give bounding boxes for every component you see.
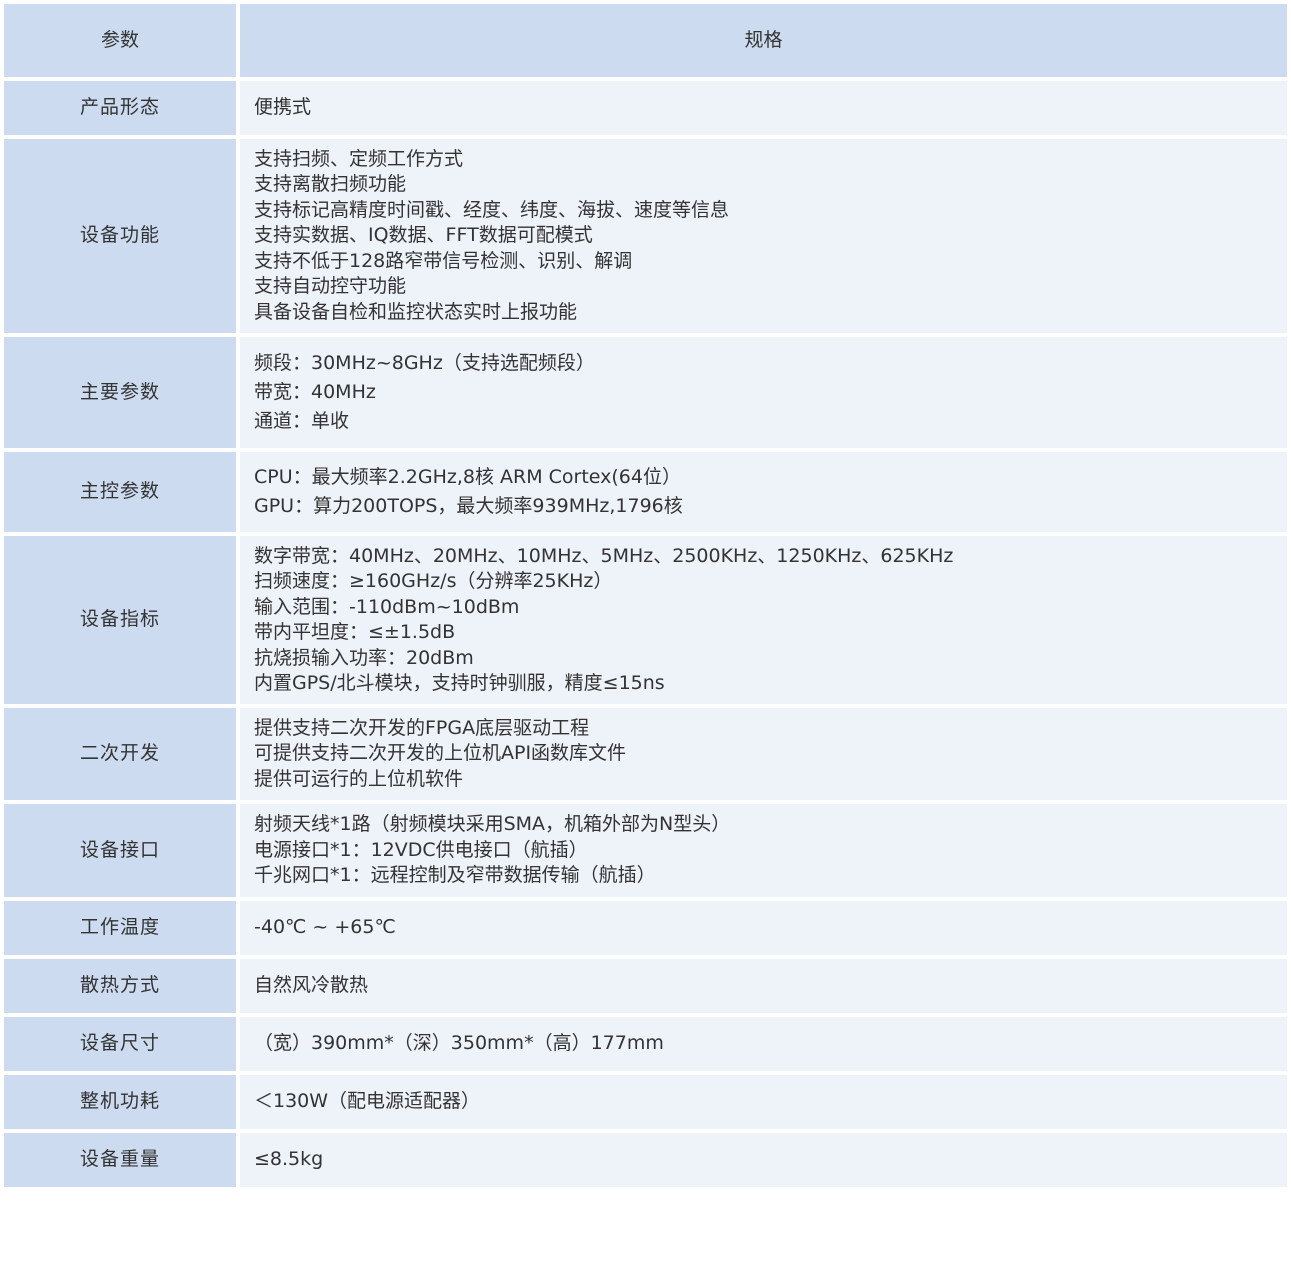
spec-table: 参数 规格 产品形态 便携式 设备功能 支持扫频、定频工作方式 支持离散扫频功能…	[4, 4, 1287, 1191]
value-line: -40℃ ~ +65℃	[254, 916, 396, 939]
row-label: 设备尺寸	[4, 1017, 240, 1075]
row-value: 自然风冷散热	[240, 959, 1287, 1017]
row-label: 主控参数	[4, 452, 240, 536]
row-value: 便携式	[240, 81, 1287, 139]
row-value: （宽）390mm*（深）350mm*（高）177mm	[240, 1017, 1287, 1075]
value-line: 千兆网口*1：远程控制及窄带数据传输（航插）	[254, 864, 656, 887]
row-label: 产品形态	[4, 81, 240, 139]
row-label: 工作温度	[4, 901, 240, 959]
row-value: 频段：30MHz~8GHz（支持选配频段） 带宽：40MHz 通道：单收	[240, 337, 1287, 452]
value-line: 数字带宽：40MHz、20MHz、10MHz、5MHz、2500KHz、1250…	[254, 544, 954, 567]
row-label: 设备指标	[4, 536, 240, 708]
value-line: 支持实数据、IQ数据、FFT数据可配模式	[254, 224, 593, 247]
value-line: 带内平坦度：≤±1.5dB	[254, 621, 456, 643]
row-value: 支持扫频、定频工作方式 支持离散扫频功能 支持标记高精度时间戳、经度、纬度、海拔…	[240, 139, 1287, 337]
value-line: （宽）390mm*（深）350mm*（高）177mm	[254, 1032, 664, 1055]
row-value: ≤8.5kg	[240, 1133, 1287, 1191]
value-line: 电源接口*1：12VDC供电接口（航插）	[254, 838, 588, 861]
value-line: 提供可运行的上位机软件	[254, 767, 464, 790]
value-line: 扫频速度：≥160GHz/s（分辨率25KHz）	[254, 570, 613, 592]
row-value: 射频天线*1路（射频模块采用SMA，机箱外部为N型头） 电源接口*1：12VDC…	[240, 804, 1287, 901]
value-line: 提供支持二次开发的FPGA底层驱动工程	[254, 716, 590, 739]
value-line: 自然风冷散热	[254, 974, 369, 997]
value-line: 支持离散扫频功能	[254, 173, 407, 196]
value-line: CPU：最大频率2.2GHz,8核 ARM Cortex(64位）	[254, 466, 681, 488]
value-line: 支持扫频、定频工作方式	[254, 147, 464, 170]
value-line: 便携式	[254, 96, 312, 119]
value-line: GPU：算力200TOPS，最大频率939MHz,1796核	[254, 495, 683, 517]
table-header-row: 参数 规格	[4, 4, 1287, 81]
value-line: 抗烧损输入功率：20dBm	[254, 646, 474, 669]
table-row: 主控参数 CPU：最大频率2.2GHz,8核 ARM Cortex(64位） G…	[4, 452, 1287, 536]
row-label: 主要参数	[4, 337, 240, 452]
table-row: 设备指标 数字带宽：40MHz、20MHz、10MHz、5MHz、2500KHz…	[4, 536, 1287, 708]
table-row: 设备接口 射频天线*1路（射频模块采用SMA，机箱外部为N型头） 电源接口*1：…	[4, 804, 1287, 901]
value-line: 内置GPS/北斗模块，支持时钟驯服，精度≤15ns	[254, 672, 665, 694]
value-line: 输入范围：-110dBm~10dBm	[254, 595, 520, 618]
row-label: 整机功耗	[4, 1075, 240, 1133]
table-row: 二次开发 提供支持二次开发的FPGA底层驱动工程 可提供支持二次开发的上位机AP…	[4, 708, 1287, 804]
row-value: 提供支持二次开发的FPGA底层驱动工程 可提供支持二次开发的上位机API函数库文…	[240, 708, 1287, 804]
value-line: 可提供支持二次开发的上位机API函数库文件	[254, 742, 627, 765]
param-header: 参数	[4, 4, 240, 81]
row-label: 设备重量	[4, 1133, 240, 1191]
value-line: 支持自动控守功能	[254, 275, 407, 298]
table-row: 散热方式 自然风冷散热	[4, 959, 1287, 1017]
value-line: 带宽：40MHz	[254, 381, 376, 403]
row-label: 设备功能	[4, 139, 240, 337]
row-label: 二次开发	[4, 708, 240, 804]
value-line: 频段：30MHz~8GHz（支持选配频段）	[254, 352, 595, 374]
spec-header: 规格	[240, 4, 1287, 81]
table-row: 工作温度 -40℃ ~ +65℃	[4, 901, 1287, 959]
value-line: 通道：单收	[254, 410, 350, 432]
row-value: -40℃ ~ +65℃	[240, 901, 1287, 959]
table-row: 设备功能 支持扫频、定频工作方式 支持离散扫频功能 支持标记高精度时间戳、经度、…	[4, 139, 1287, 337]
value-line: 支持不低于128路窄带信号检测、识别、解调	[254, 249, 633, 272]
value-line: 射频天线*1路（射频模块采用SMA，机箱外部为N型头）	[254, 813, 731, 836]
row-label: 散热方式	[4, 959, 240, 1017]
value-line: 具备设备自检和监控状态实时上报功能	[254, 300, 578, 323]
row-value: 数字带宽：40MHz、20MHz、10MHz、5MHz、2500KHz、1250…	[240, 536, 1287, 708]
row-value: ＜130W（配电源适配器）	[240, 1075, 1287, 1133]
table-row: 主要参数 频段：30MHz~8GHz（支持选配频段） 带宽：40MHz 通道：单…	[4, 337, 1287, 452]
table-row: 整机功耗 ＜130W（配电源适配器）	[4, 1075, 1287, 1133]
row-label: 设备接口	[4, 804, 240, 901]
value-line: 支持标记高精度时间戳、经度、纬度、海拔、速度等信息	[254, 198, 730, 221]
table-row: 设备尺寸 （宽）390mm*（深）350mm*（高）177mm	[4, 1017, 1287, 1075]
value-line: ＜130W（配电源适配器）	[254, 1090, 481, 1113]
value-line: ≤8.5kg	[254, 1148, 324, 1171]
table-row: 设备重量 ≤8.5kg	[4, 1133, 1287, 1191]
table-row: 产品形态 便携式	[4, 81, 1287, 139]
row-value: CPU：最大频率2.2GHz,8核 ARM Cortex(64位） GPU：算力…	[240, 452, 1287, 536]
